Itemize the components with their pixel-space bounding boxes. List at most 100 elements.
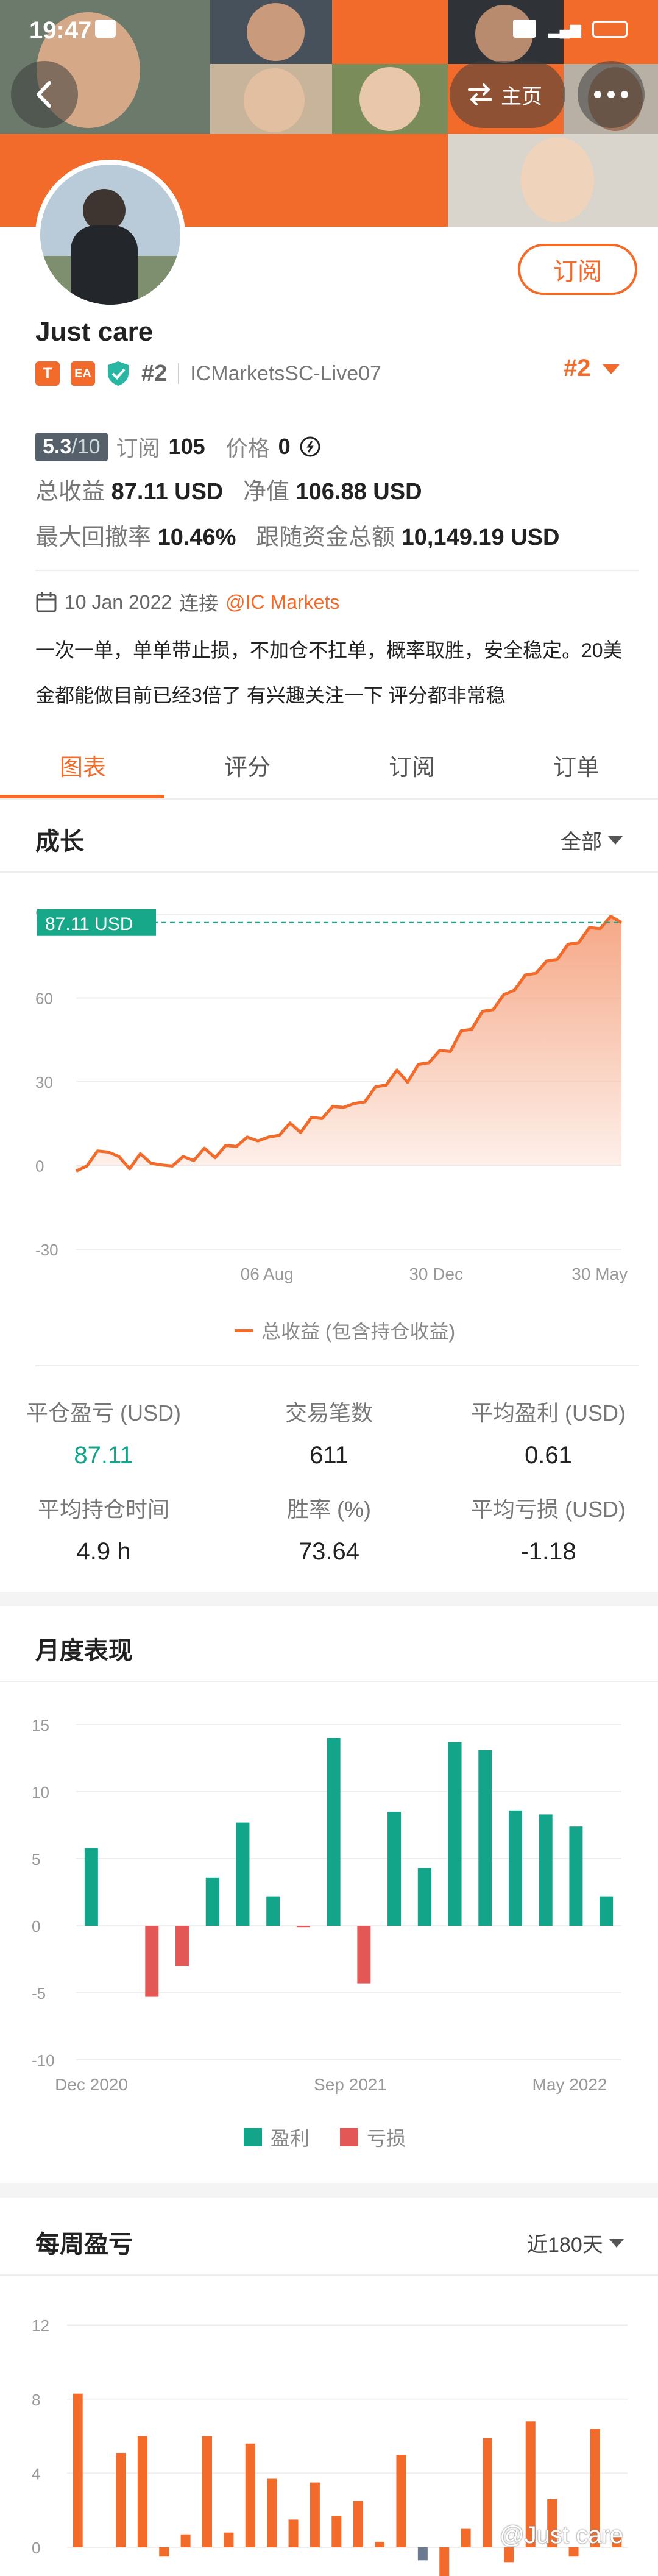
monthly-chart: -10 -5 0 5 10 15 Dec 2020 Sep 2021 May 2022 <box>32 1716 621 2094</box>
avatar <box>35 160 185 310</box>
month-bar <box>236 1822 250 1926</box>
score-value: 5.3 <box>43 435 72 458</box>
month-bar <box>387 1812 402 1926</box>
price-label: 价格 <box>225 436 270 461</box>
week-bar <box>267 2478 277 2547</box>
since-connect: 连接 <box>179 592 219 614</box>
tab-indicator <box>0 795 164 798</box>
weekly-title: 每周盈亏 <box>35 2231 133 2258</box>
status-bar: 19:47 ▂▄▆ <box>0 0 658 61</box>
week-bar <box>180 2534 191 2547</box>
growth-range-dropdown[interactable]: 全部 <box>561 825 623 855</box>
y-tick-label: 4 <box>32 2464 40 2483</box>
week-bar <box>353 2501 363 2547</box>
drawdown-label: 最大回撤率 <box>35 525 152 550</box>
back-button[interactable] <box>11 61 78 128</box>
tab-subscriptions[interactable]: 订阅 <box>389 748 435 782</box>
trader-tags: T EA #2 ICMarketsSC-Live07 <box>35 358 381 389</box>
metric-value: 4.9 h <box>76 1538 131 1565</box>
score-max: /10 <box>71 435 101 458</box>
metric-closed-pnl: 平仓盈亏 (USD) 87.11 <box>0 1396 207 1469</box>
week-bar <box>331 2516 342 2547</box>
legend-loss-swatch <box>340 2128 359 2146</box>
month-bar <box>448 1742 462 1926</box>
tab-chart[interactable]: 图表 <box>60 748 106 782</box>
more-button[interactable] <box>578 61 645 128</box>
month-bar <box>205 1877 219 1926</box>
metric-value: 73.64 <box>298 1538 360 1565</box>
month-bar <box>266 1896 280 1926</box>
drawdown-value: 10.46% <box>157 525 236 550</box>
weekly-range-label: 近180天 <box>527 2234 603 2257</box>
broker-link[interactable]: @IC Markets <box>225 591 339 614</box>
subscribe-button[interactable]: 订阅 <box>518 244 637 295</box>
rank-label: #2 <box>141 360 168 386</box>
monthly-legend: 盈利 亏损 <box>244 2123 406 2151</box>
equity-value: 106.88 USD <box>295 479 422 505</box>
week-bar <box>461 2528 471 2547</box>
coin-icon <box>300 436 320 457</box>
metric-value: -1.18 <box>520 1538 576 1565</box>
week-bar <box>288 2519 299 2547</box>
metric-label: 胜率 (%) <box>287 1497 371 1522</box>
message-icon <box>95 20 116 38</box>
growth-area <box>76 916 621 1171</box>
metric-avg-loss: 平均亏损 (USD) -1.18 <box>445 1492 652 1566</box>
score-row: 5.3/10 订阅 105 价格 0 <box>35 430 321 464</box>
y-tick-label: 30 <box>35 1073 53 1091</box>
week-bar <box>116 2452 126 2547</box>
week-bar <box>375 2541 385 2547</box>
x-tick-label: Sep 2021 <box>314 2075 387 2094</box>
y-tick-label: 0 <box>35 1157 44 1176</box>
legend-profit-label: 盈利 <box>271 2127 310 2149</box>
home-label: 主页 <box>501 85 542 108</box>
x-tick-label: May 2022 <box>532 2075 607 2094</box>
growth-title: 成长 <box>35 828 84 855</box>
week-bar <box>483 2438 492 2547</box>
section-gap <box>0 2183 658 2198</box>
y-tick-label: 12 <box>32 2316 49 2335</box>
week-bar <box>310 2482 320 2547</box>
watermark: @Just care <box>500 2522 623 2549</box>
section-gap <box>0 1592 658 1606</box>
legend-profit-swatch <box>244 2128 262 2146</box>
status-time: 19:47 <box>29 17 92 44</box>
home-button[interactable]: 主页 <box>450 61 565 128</box>
more-icon <box>594 91 628 98</box>
divider <box>0 2274 658 2276</box>
calendar-icon <box>36 592 57 612</box>
network-icon <box>513 20 536 38</box>
rank-dropdown-label: #2 <box>564 355 591 381</box>
triangle-down-icon <box>608 836 623 845</box>
week-bar <box>504 2547 514 2563</box>
tab-bar: 图表 评分 订阅 订单 <box>0 737 658 800</box>
x-tick-label: 06 Aug <box>241 1265 294 1283</box>
metric-label: 平均亏损 (USD) <box>471 1497 626 1522</box>
trader-name: Just care <box>35 317 154 347</box>
growth-range-label: 全部 <box>561 831 602 854</box>
x-tick-label: 30 Dec <box>409 1265 463 1283</box>
signal-icon: ▂▄▆ <box>548 21 581 38</box>
subs-label: 订阅 <box>116 436 160 461</box>
tab-rating[interactable]: 评分 <box>224 748 271 782</box>
weekly-range-dropdown[interactable]: 近180天 <box>527 2228 624 2258</box>
week-bar <box>73 2393 83 2547</box>
tab-orders[interactable]: 订单 <box>553 748 600 782</box>
triangle-down-icon <box>602 364 620 375</box>
y-tick-label: 10 <box>32 1783 49 1801</box>
month-bar <box>508 1810 522 1926</box>
month-bar <box>569 1826 583 1926</box>
metric-win-rate: 胜率 (%) 73.64 <box>225 1492 433 1566</box>
y-tick-label: -30 <box>35 1241 58 1259</box>
week-bar <box>439 2547 450 2576</box>
person-photo <box>521 137 594 222</box>
price-value: 0 <box>278 434 291 459</box>
month-bar <box>296 1926 310 1928</box>
metric-value: 611 <box>310 1442 348 1469</box>
rank-dropdown[interactable]: #2 <box>564 355 620 382</box>
month-bar <box>478 1750 492 1926</box>
swap-icon <box>468 83 492 105</box>
x-tick-label: 30 May <box>571 1265 628 1283</box>
metric-label: 平仓盈亏 (USD) <box>26 1400 181 1425</box>
metric-value: 0.61 <box>525 1442 572 1469</box>
